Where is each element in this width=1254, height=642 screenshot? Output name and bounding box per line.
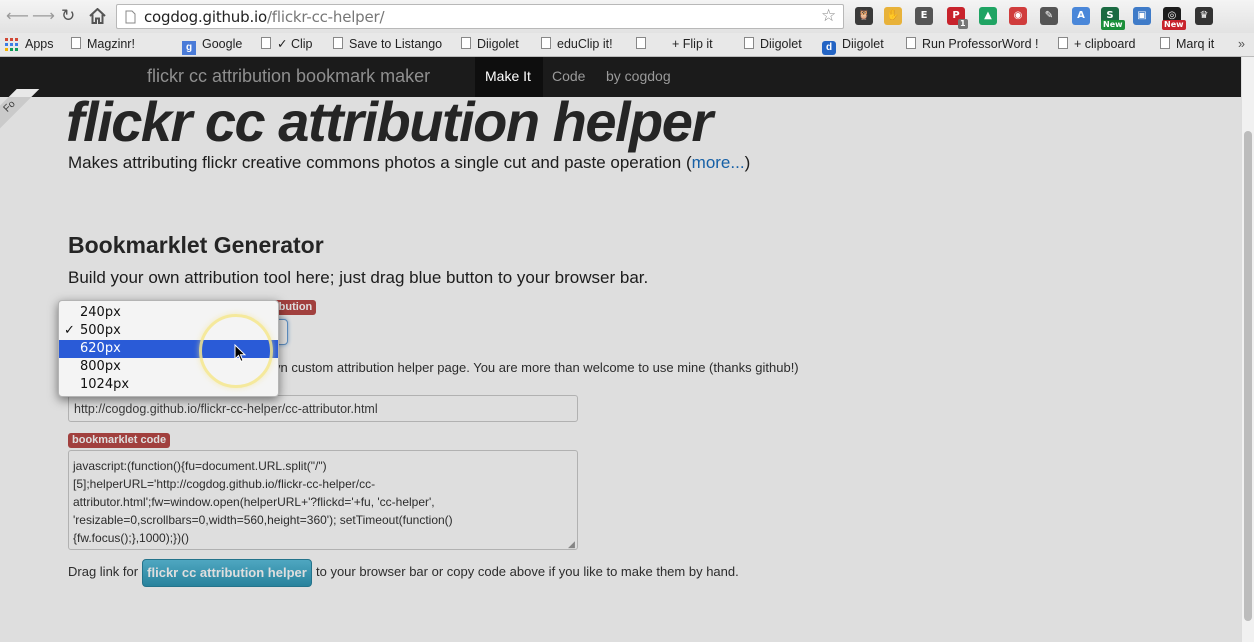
page-icon xyxy=(744,37,754,49)
overflow-chevron-icon[interactable]: » xyxy=(1238,36,1245,52)
nav-by-cogdog[interactable]: by cogdog xyxy=(606,68,671,84)
bookmark-diigolet-1[interactable]: Diigolet xyxy=(461,36,519,52)
back-icon[interactable]: ⟵ xyxy=(6,7,29,25)
hand-extension-icon[interactable]: ✋ xyxy=(884,7,902,25)
page-icon xyxy=(71,37,81,49)
bookmark-flip-it[interactable]: + Flip it xyxy=(636,36,713,52)
scrollbar-thumb[interactable] xyxy=(1244,131,1252,621)
navbar-brand[interactable]: flickr cc attribution bookmark maker xyxy=(147,66,430,87)
page-icon xyxy=(636,37,646,49)
owl-extension-icon[interactable]: 🦉 xyxy=(855,7,873,25)
apps-icon xyxy=(5,38,18,51)
page-scrollbar[interactable] xyxy=(1241,57,1254,642)
reload-icon[interactable]: ↻ xyxy=(61,7,75,25)
bookmark-clipboard[interactable]: + clipboard xyxy=(1058,36,1136,52)
page-icon xyxy=(125,10,136,24)
checkmark-icon: ✓ xyxy=(64,323,75,338)
bookmark-google[interactable]: g Google xyxy=(182,36,242,55)
nav-make-it[interactable]: Make It xyxy=(485,68,531,84)
translate-icon[interactable]: A xyxy=(1072,7,1090,25)
mouse-pointer-icon xyxy=(234,344,246,363)
bookmark-diigolet-2[interactable]: Diigolet xyxy=(744,36,802,52)
url-text[interactable]: cogdog.github.io/flickr-cc-helper/ xyxy=(144,8,385,26)
new-badge: New xyxy=(1101,20,1125,30)
browser-toolbar: ⟵ ⟶ ↻ cogdog.github.io/flickr-cc-helper/… xyxy=(0,0,1254,33)
pin-count-badge: 1 xyxy=(958,19,968,29)
bookmark-marq-it[interactable]: Marq it xyxy=(1160,36,1214,52)
bookmark-apps[interactable]: Apps xyxy=(25,36,54,52)
bookmark-star-icon[interactable]: ☆ xyxy=(821,6,836,26)
page-icon xyxy=(541,37,551,49)
page-icon xyxy=(261,37,271,49)
bookmark-magzinr[interactable]: Magzinr! xyxy=(71,36,135,52)
bookmark-professorword[interactable]: Run ProfessorWord ! xyxy=(906,36,1038,52)
page-icon xyxy=(333,37,343,49)
home-icon[interactable] xyxy=(89,8,106,24)
diigo-icon: d xyxy=(822,41,836,55)
page-icon xyxy=(461,37,471,49)
google-drive-icon[interactable]: ▲ xyxy=(979,7,997,25)
crown-icon[interactable]: ♛ xyxy=(1195,7,1213,25)
bookmark-educlip[interactable]: eduClip it! xyxy=(541,36,613,52)
tools-icon[interactable]: ✎ xyxy=(1040,7,1058,25)
bookmark-diigolet-3[interactable]: d Diigolet xyxy=(822,36,884,55)
window-icon[interactable]: ▣ xyxy=(1133,7,1151,25)
bookmark-listango[interactable]: Save to Listango xyxy=(333,36,442,52)
page-icon xyxy=(1058,37,1068,49)
pocket-icon[interactable]: ◉ xyxy=(1009,7,1027,25)
address-bar[interactable]: cogdog.github.io/flickr-cc-helper/ ☆ xyxy=(116,4,844,29)
bookmark-clip[interactable]: ✓ Clip xyxy=(261,36,312,52)
page-icon xyxy=(1160,37,1170,49)
new-badge: New xyxy=(1162,20,1186,30)
bookmarks-bar: Apps Magzinr! g Google ✓ Clip Save to Lis… xyxy=(0,33,1254,57)
nav-code[interactable]: Code xyxy=(552,68,585,84)
page-icon xyxy=(906,37,916,49)
forward-icon[interactable]: ⟶ xyxy=(32,7,55,25)
evernote-icon[interactable]: E xyxy=(915,7,933,25)
google-icon: g xyxy=(182,41,196,55)
